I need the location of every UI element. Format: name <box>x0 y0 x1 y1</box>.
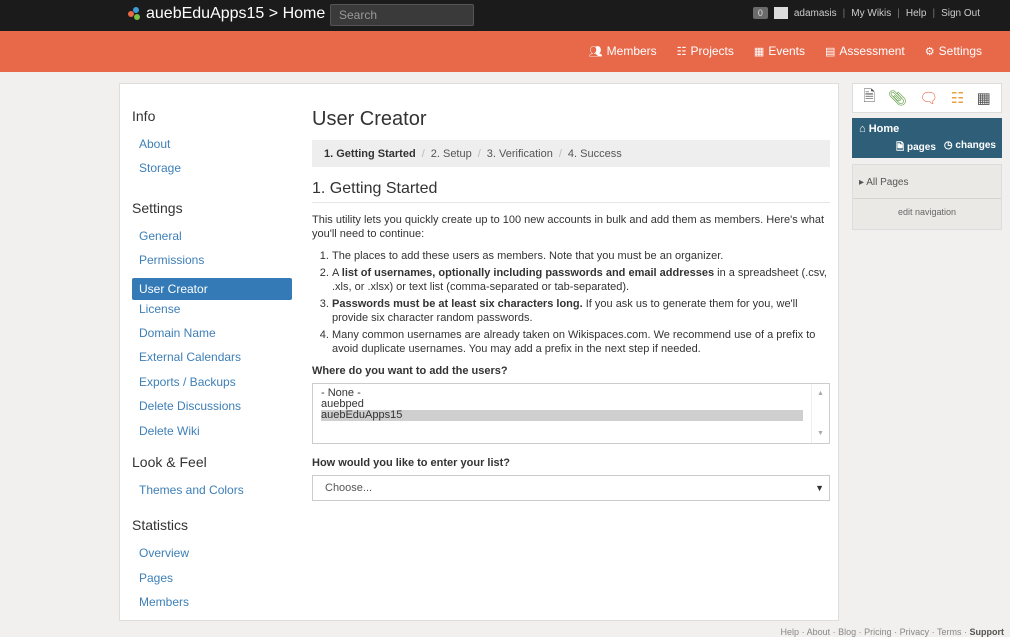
footer-blog[interactable]: Blog <box>838 627 856 637</box>
home-nav-card: ⌂ Home 🗎︎ pages ◷ changes <box>852 118 1002 158</box>
nav-projects[interactable]: ☷ Projects <box>677 44 734 58</box>
list-item: Passwords must be at least six character… <box>332 297 830 325</box>
pages-link[interactable]: 🗎︎ pages <box>896 140 936 157</box>
section-title: 1. Getting Started <box>312 180 830 203</box>
footer: Help · About · Blog · Pricing · Privacy … <box>780 627 1005 637</box>
step-setup: 2. Setup <box>430 147 472 160</box>
nav-settings[interactable]: ⚙ Settings <box>925 44 982 58</box>
sidebar-item-pages[interactable]: Pages <box>132 571 292 595</box>
listbox-scrollbar[interactable]: ▲ ▼ <box>811 384 829 443</box>
wizard-steps: 1. Getting Started / 2. Setup / 3. Verif… <box>312 140 830 167</box>
sidebar-item-storage[interactable]: Storage <box>132 161 292 185</box>
chevron-down-icon: ▼ <box>815 483 824 493</box>
site-title[interactable]: auebEduApps15 > Home <box>128 5 325 23</box>
wikispaces-logo-icon <box>128 7 142 21</box>
list-item: A list of usernames, optionally includin… <box>332 266 830 294</box>
list-input-method-select[interactable]: Choose... ▼ <box>312 475 830 501</box>
calendar-icon: ▦ <box>753 45 765 58</box>
sidebar-item-themes-and-colors[interactable]: Themes and Colors <box>132 483 292 507</box>
members-icon: 👥︎ <box>588 45 603 58</box>
main-panel: Info About Storage Settings General Perm… <box>119 83 839 621</box>
nav-assessment[interactable]: ▤ Assessment <box>825 44 905 58</box>
projects-icon: ☷ <box>676 45 687 58</box>
all-pages-link[interactable]: ▸ All Pages <box>853 165 1001 199</box>
home-link[interactable]: ⌂ Home <box>859 123 995 135</box>
scroll-up-icon[interactable]: ▲ <box>817 388 824 399</box>
sidebar-group-info: Info <box>132 108 156 124</box>
navigation-panel: ▸ All Pages edit navigation <box>852 164 1002 230</box>
footer-support[interactable]: Support <box>970 627 1005 637</box>
top-bar: auebEduApps15 > Home Search 0 adamasis |… <box>0 0 1010 31</box>
nav-members[interactable]: 👥︎ Members <box>589 44 657 58</box>
list-item: The places to add these users as members… <box>332 249 830 263</box>
footer-terms[interactable]: Terms <box>937 627 962 637</box>
sidebar-item-overview[interactable]: Overview <box>132 546 292 570</box>
page-title: User Creator <box>312 108 427 130</box>
main-navbar: 👥︎ Members ☷ Projects ▦ Events ▤ Assessm… <box>0 31 1010 72</box>
my-wikis-link[interactable]: My Wikis <box>851 8 891 19</box>
footer-pricing[interactable]: Pricing <box>864 627 892 637</box>
hierarchy-icon[interactable]: ☷ <box>951 89 964 107</box>
attachment-icon[interactable]: 📎︎ <box>888 89 907 107</box>
step-verification: 3. Verification <box>486 147 553 160</box>
sidebar-item-user-creator[interactable]: User Creator <box>132 277 292 300</box>
list-item: Many common usernames are already taken … <box>332 328 830 356</box>
calendar-icon[interactable]: ▦ <box>977 89 991 107</box>
option-none[interactable]: - None - <box>321 388 821 399</box>
nav-events[interactable]: ▦ Events <box>754 44 805 58</box>
settings-sidebar: Info About Storage Settings General Perm… <box>132 108 292 619</box>
edit-navigation-link[interactable]: edit navigation <box>853 199 1001 217</box>
page-icon[interactable]: 🗎︎ <box>863 86 875 111</box>
gear-icon: ⚙ <box>924 45 935 58</box>
footer-about[interactable]: About <box>807 627 831 637</box>
option-auebeduapps15[interactable]: auebEduApps15 <box>321 410 803 421</box>
step-success: 4. Success <box>567 147 622 160</box>
requirements-list: The places to add these users as members… <box>312 249 830 356</box>
sidebar-group-settings: Settings <box>132 199 183 216</box>
footer-help[interactable]: Help <box>781 627 800 637</box>
help-link[interactable]: Help <box>906 8 927 19</box>
sidebar-group-statistics: Statistics <box>132 517 189 534</box>
sign-out-link[interactable]: Sign Out <box>941 8 980 19</box>
how-label: How would you like to enter your list? <box>312 457 511 469</box>
step-getting-started: 1. Getting Started <box>324 147 416 160</box>
changes-link[interactable]: ◷ changes <box>944 140 996 157</box>
notification-badge[interactable]: 0 <box>752 7 768 19</box>
search-input[interactable]: Search <box>330 4 474 26</box>
avatar[interactable] <box>773 7 788 19</box>
where-listbox[interactable]: - None - auebped auebEduApps15 ▲ ▼ <box>312 383 830 444</box>
user-creator-content: User Creator 1. Getting Started / 2. Set… <box>312 108 830 501</box>
comment-icon[interactable]: 🗨︎ <box>919 89 938 107</box>
username-link[interactable]: adamasis <box>794 8 837 19</box>
sidebar-item-general[interactable]: General <box>132 229 292 253</box>
scroll-down-icon[interactable]: ▼ <box>817 428 824 439</box>
page-tools: 🗎︎ 📎︎ 🗨︎ ☷ ▦ <box>852 83 1002 113</box>
sidebar-item-delete-discussions[interactable]: Delete Discussions <box>132 399 292 423</box>
sidebar-item-exports-backups[interactable]: Exports / Backups <box>132 375 292 399</box>
sidebar-item-permissions[interactable]: Permissions <box>132 253 292 277</box>
footer-privacy[interactable]: Privacy <box>900 627 930 637</box>
sidebar-group-look-and-feel: Look & Feel <box>132 453 207 470</box>
sidebar-item-external-calendars[interactable]: External Calendars <box>132 350 292 374</box>
site-title-text[interactable]: auebEduApps15 > Home <box>146 5 325 23</box>
assessment-icon: ▤ <box>825 45 836 58</box>
sidebar-item-members[interactable]: Members <box>132 595 292 619</box>
where-label: Where do you want to add the users? <box>312 365 508 377</box>
sidebar-item-license[interactable]: License <box>132 302 292 326</box>
intro-text: This utility lets you quickly create up … <box>312 214 825 240</box>
sidebar-item-about[interactable]: About <box>132 137 292 161</box>
sidebar-item-delete-wiki[interactable]: Delete Wiki <box>132 424 292 448</box>
sidebar-item-domain-name[interactable]: Domain Name <box>132 326 292 350</box>
account-menu: 0 adamasis | My Wikis | Help | Sign Out <box>752 7 980 19</box>
